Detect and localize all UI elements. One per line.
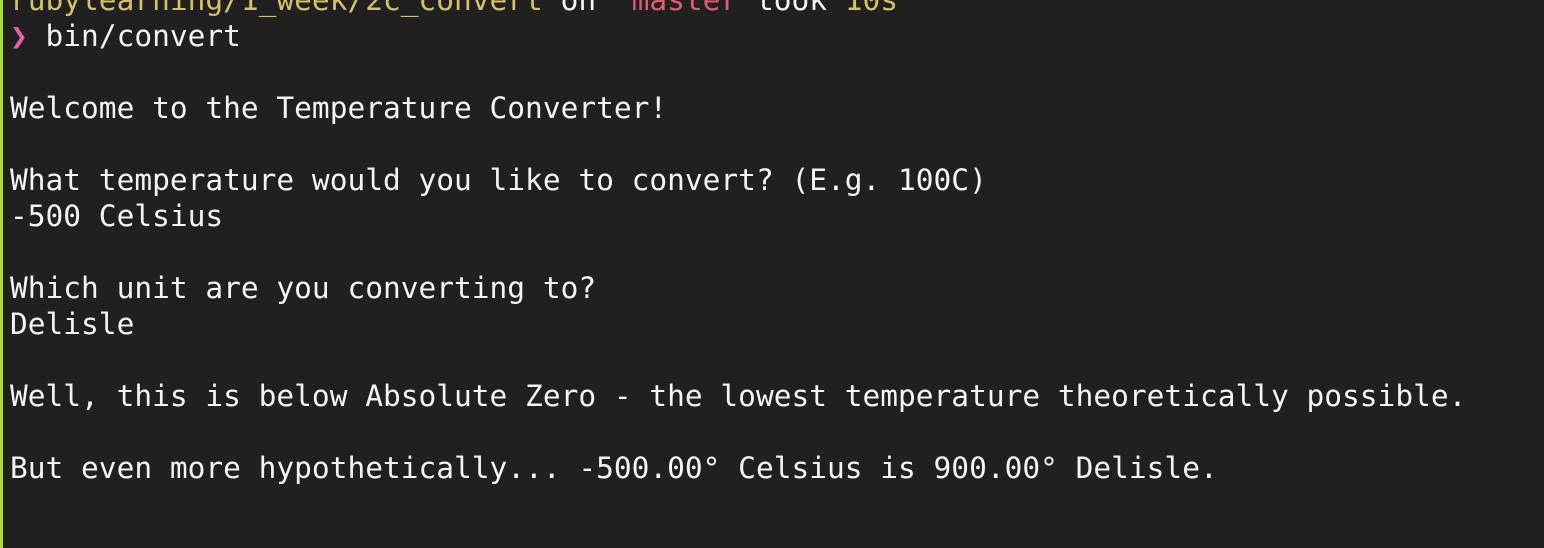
- conversion-result: But even more hypothetically... -500.00°…: [10, 451, 1218, 485]
- temperature-question: What temperature would you like to conve…: [10, 163, 987, 197]
- absolute-zero-warning: Well, this is below Absolute Zero - the …: [10, 379, 1467, 413]
- command-text: bin/convert: [45, 19, 241, 53]
- terminal-left-border: [0, 0, 3, 548]
- status-line: rubylearning/1_week/2c_convert on master…: [10, 0, 1540, 18]
- temperature-answer: -500 Celsius: [10, 199, 224, 233]
- unit-answer: Delisle: [10, 307, 135, 341]
- welcome-message: Welcome to the Temperature Converter!: [10, 91, 668, 125]
- unit-question: Which unit are you converting to?: [10, 271, 597, 305]
- on-label: on: [542, 0, 614, 17]
- terminal-output: rubylearning/1_week/2c_convert on master…: [10, 0, 1540, 486]
- prompt-chevron-icon: ❯: [10, 19, 28, 53]
- took-label: took: [738, 0, 845, 17]
- git-branch: master: [613, 0, 739, 17]
- command-line: ❯ bin/convert: [10, 18, 1540, 54]
- current-path: rubylearning/1_week/2c_convert: [10, 0, 543, 17]
- command-duration: 10s: [844, 0, 899, 17]
